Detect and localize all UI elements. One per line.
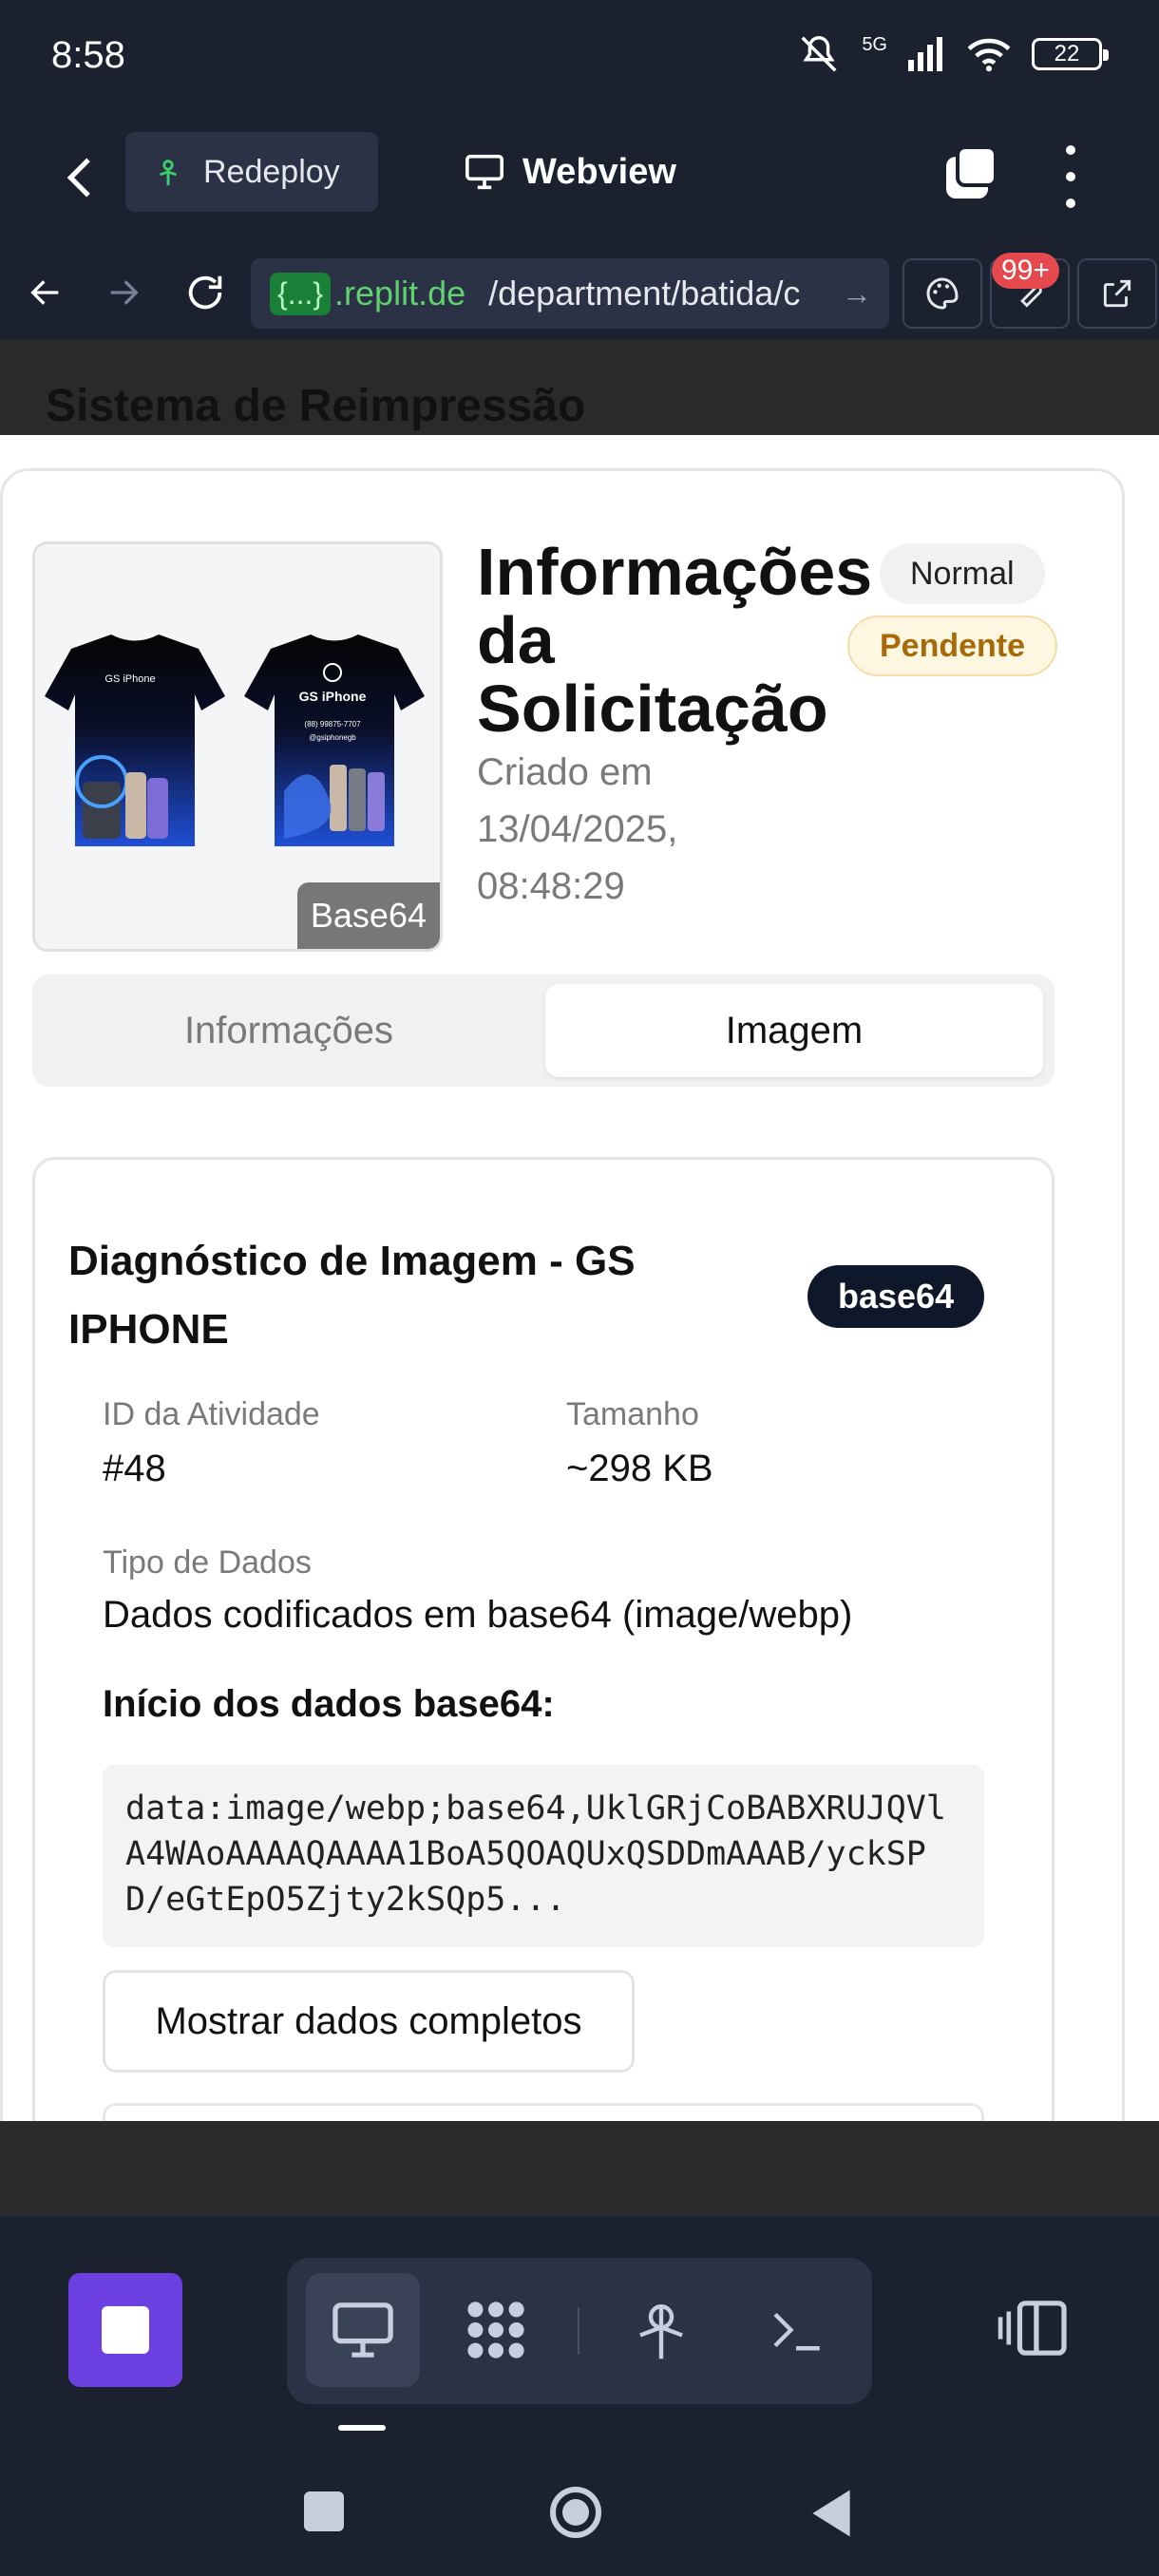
- triangle-back-icon: [812, 2490, 850, 2537]
- deploy-icon: [160, 160, 177, 186]
- base64-preview: data:image/webp;base64,UklGRjCoBABXRUJQV…: [103, 1765, 984, 1947]
- monitor-icon: [466, 154, 504, 190]
- page-title: Sistema de Reimpressão: [46, 381, 586, 431]
- tabs-icon: [946, 145, 998, 199]
- data-type-value: Dados codificados em base64 (image/webp): [103, 1594, 853, 1636]
- tabs-button[interactable]: [942, 145, 999, 202]
- split-view-button[interactable]: [998, 2298, 1070, 2363]
- wifi-icon: [967, 38, 1011, 72]
- mute-icon: [801, 36, 837, 72]
- page-header: Sistema de Reimpressão: [0, 340, 1159, 435]
- back-button[interactable]: [55, 147, 108, 208]
- system-nav-bar: [0, 2453, 1159, 2576]
- stop-icon: [102, 2306, 149, 2354]
- battery-icon: 22: [1032, 38, 1109, 70]
- status-time: 8:58: [51, 34, 125, 76]
- svg-text:@gsiphonegb: @gsiphonegb: [309, 733, 356, 742]
- encoding-badge: base64: [808, 1265, 985, 1328]
- diagnostic-title: Diagnóstico de Imagem - GS IPHONE: [68, 1238, 636, 1353]
- arrow-left-icon: [30, 280, 59, 305]
- shell-dock-button[interactable]: [739, 2273, 853, 2387]
- reload-button[interactable]: [177, 264, 234, 321]
- split-panel-icon: [998, 2301, 1067, 2356]
- priority-badge: Normal: [880, 543, 1045, 604]
- tab-informacoes[interactable]: Informações: [42, 984, 536, 1077]
- home-button[interactable]: [547, 2484, 604, 2541]
- created-date: Criado em 13/04/2025, 08:48:29: [477, 751, 678, 907]
- url-field[interactable]: {...} .replit.de /department/batida/c →: [251, 258, 889, 329]
- deployments-dock-button[interactable]: [604, 2273, 718, 2387]
- svg-text:(88) 99875-7707: (88) 99875-7707: [304, 720, 361, 729]
- chevron-left-icon: [66, 158, 90, 198]
- activity-id-label: ID da Atividade: [103, 1396, 320, 1432]
- webview-tab[interactable]: Webview: [464, 132, 676, 212]
- activity-id-value: #48: [103, 1448, 166, 1489]
- next-section-edge: [103, 2103, 984, 2121]
- network-type-label: 5G: [862, 33, 887, 55]
- status-icons: 5G 22: [797, 32, 1109, 76]
- open-external-button[interactable]: [1077, 258, 1157, 329]
- thumbnail-format-label: Base64: [296, 882, 440, 949]
- browser-forward-button[interactable]: [95, 264, 152, 321]
- webview-footer-strip: [0, 2121, 1159, 2216]
- dock-tools: [287, 2258, 872, 2404]
- grid-dots-icon: [467, 2301, 524, 2358]
- monitor-icon: [332, 2302, 393, 2358]
- ide-dock: [0, 2216, 1159, 2453]
- url-path: /department/batida/c: [488, 274, 801, 313]
- battery-level: 22: [1054, 41, 1080, 66]
- active-tab-indicator: [338, 2425, 386, 2431]
- signal-icon: [908, 37, 942, 71]
- ide-topbar: Redeploy Webview: [0, 119, 1159, 247]
- detail-tabs: Informações Imagem: [32, 975, 1054, 1087]
- size-label: Tamanho: [566, 1396, 699, 1432]
- redeploy-label: Redeploy: [203, 153, 340, 190]
- deploy-icon: [639, 2304, 683, 2359]
- browser-back-button[interactable]: [17, 264, 74, 321]
- svg-text:GS iPhone: GS iPhone: [104, 673, 155, 685]
- home-circle-icon: [550, 2487, 601, 2538]
- url-go-icon[interactable]: →: [842, 276, 872, 312]
- tab-imagem[interactable]: Imagem: [545, 984, 1043, 1077]
- redeploy-button[interactable]: Redeploy: [125, 132, 378, 212]
- status-bar: 8:58 5G 22: [0, 0, 1159, 119]
- recents-button[interactable]: [304, 2491, 344, 2531]
- data-type-label: Tipo de Dados: [103, 1544, 312, 1581]
- refresh-icon: [188, 275, 222, 310]
- svg-text:GS iPhone: GS iPhone: [299, 689, 367, 704]
- base64-start-label: Início dos dados base64:: [103, 1683, 555, 1725]
- palette-icon: [926, 277, 959, 310]
- url-host: .replit.de: [334, 274, 466, 313]
- external-link-icon: [1103, 279, 1131, 308]
- stop-button[interactable]: [68, 2273, 182, 2387]
- arrow-right-icon: [110, 280, 139, 305]
- theme-button[interactable]: [902, 258, 982, 329]
- show-full-data-button[interactable]: Mostrar dados completos: [103, 1970, 635, 2073]
- url-bar: {...} .replit.de /department/batida/c → …: [0, 247, 1159, 340]
- webview-content: Sistema de Reimpressão GS iPhone GS iPho…: [0, 340, 1159, 2121]
- webview-dock-button[interactable]: [306, 2273, 420, 2387]
- size-value: ~298 KB: [566, 1448, 713, 1489]
- request-info-title: Informações da Solicitação: [477, 535, 873, 746]
- url-badge: {...}: [270, 272, 332, 315]
- notification-badge: 99+: [992, 253, 1059, 289]
- status-badge: Pendente: [847, 616, 1058, 676]
- system-back-button[interactable]: [808, 2488, 855, 2539]
- shirt-thumbnail[interactable]: GS iPhone GS iPhone (88) 99875-7707 @gsi…: [32, 541, 443, 952]
- terminal-icon: [773, 2312, 820, 2351]
- packages-dock-button[interactable]: [439, 2273, 553, 2387]
- dock-divider: [578, 2307, 580, 2355]
- webview-label: Webview: [522, 151, 676, 192]
- more-options-button[interactable]: [1056, 145, 1085, 208]
